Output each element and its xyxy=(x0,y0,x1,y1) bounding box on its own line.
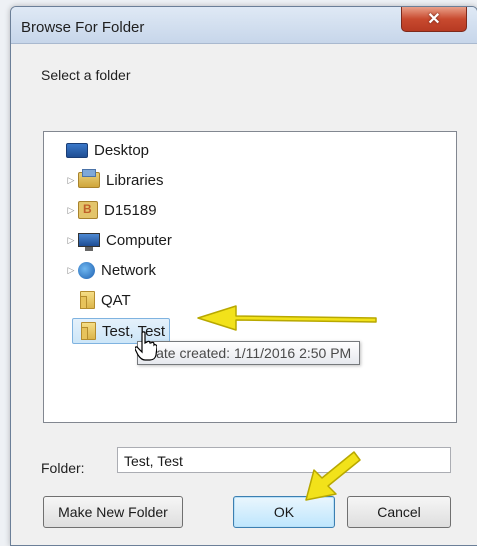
tree-item-label: QAT xyxy=(101,291,131,309)
tree-item-label: Desktop xyxy=(94,141,150,159)
close-icon: ✕ xyxy=(427,11,441,28)
tree-item-computer[interactable]: ▷ Computer xyxy=(66,228,172,252)
date-created-tooltip: Date created: 1/11/2016 2:50 PM xyxy=(137,341,361,365)
make-new-folder-button[interactable]: Make New Folder xyxy=(43,496,183,528)
ok-button[interactable]: OK xyxy=(233,496,335,528)
tree-item-label: D15189 xyxy=(104,201,157,219)
hand-cursor-icon xyxy=(135,331,157,361)
expander-icon[interactable]: ▷ xyxy=(66,265,76,276)
tree-item-label: Network xyxy=(101,261,157,279)
folder-icon xyxy=(81,322,96,340)
tree-item-qat[interactable]: QAT xyxy=(78,288,131,312)
computer-icon xyxy=(78,233,100,251)
expander-icon[interactable]: ▷ xyxy=(66,175,76,186)
tree-item-network[interactable]: ▷ Network xyxy=(66,258,156,282)
user-folder-icon xyxy=(78,201,98,219)
select-folder-prompt: Select a folder xyxy=(41,67,131,83)
tree-item-label: Libraries xyxy=(106,171,164,189)
tree-item-d15189[interactable]: ▷ D15189 xyxy=(66,198,157,222)
tree-item-desktop[interactable]: Desktop xyxy=(54,138,149,162)
window-title: Browse For Folder xyxy=(21,19,145,36)
desktop-icon xyxy=(66,142,88,158)
close-button[interactable]: ✕ xyxy=(401,7,467,32)
title-bar[interactable]: Browse For Folder ✕ xyxy=(11,7,477,44)
tooltip-text: Date created: 1/11/2016 2:50 PM xyxy=(146,345,352,361)
folder-tree[interactable]: Desktop ▷ Libraries ▷ D15189 ▷ Computer … xyxy=(43,131,457,423)
browse-for-folder-dialog: Browse For Folder ✕ Select a folder Desk… xyxy=(10,6,477,546)
expander-icon[interactable]: ▷ xyxy=(66,235,76,246)
cancel-button[interactable]: Cancel xyxy=(347,496,451,528)
expander-icon[interactable]: ▷ xyxy=(66,205,76,216)
folder-label: Folder: xyxy=(41,460,85,476)
folder-name-field[interactable]: Test, Test xyxy=(117,447,451,473)
tree-item-libraries[interactable]: ▷ Libraries xyxy=(66,168,164,192)
tree-item-label: Computer xyxy=(106,231,172,249)
folder-icon xyxy=(80,291,95,309)
network-icon xyxy=(78,261,95,279)
libraries-icon xyxy=(78,169,100,188)
